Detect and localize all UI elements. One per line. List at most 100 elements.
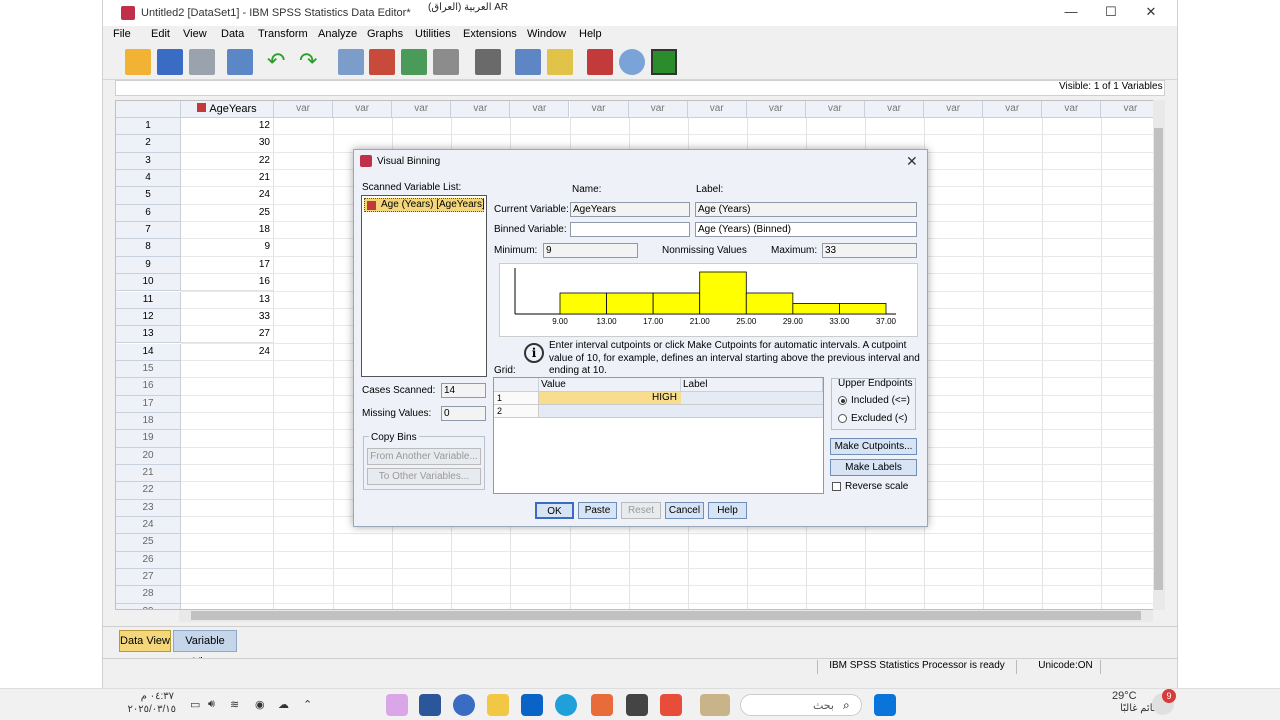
run-descriptives-icon[interactable] bbox=[433, 49, 459, 75]
spss-taskbar-icon[interactable] bbox=[453, 694, 475, 716]
menu-graphs[interactable]: Graphs bbox=[367, 28, 403, 40]
data-cell[interactable]: 16 bbox=[181, 274, 274, 292]
row-number[interactable]: 26 bbox=[116, 551, 181, 570]
data-cell[interactable]: 21 bbox=[181, 170, 274, 188]
data-cell[interactable] bbox=[181, 378, 274, 396]
row-number[interactable]: 10 bbox=[116, 274, 181, 292]
reverse-scale-checkbox[interactable] bbox=[832, 482, 841, 491]
cloud-icon[interactable]: ☁︎ bbox=[278, 698, 289, 711]
data-cell[interactable]: 24 bbox=[181, 187, 274, 205]
data-cell[interactable] bbox=[181, 569, 274, 587]
menu-transform[interactable]: Transform bbox=[258, 28, 308, 40]
row-number[interactable]: 16 bbox=[116, 378, 181, 396]
microphone-icon[interactable]: ◉ bbox=[255, 698, 265, 711]
menu-help[interactable]: Help bbox=[579, 28, 602, 40]
column-header-var[interactable]: var bbox=[1101, 101, 1161, 118]
data-cell[interactable] bbox=[181, 430, 274, 448]
column-header-var[interactable]: var bbox=[924, 101, 984, 118]
insert-cases-icon[interactable] bbox=[515, 49, 541, 75]
value-labels-icon[interactable] bbox=[587, 49, 613, 75]
help-button[interactable]: Help bbox=[708, 502, 747, 519]
office-icon[interactable] bbox=[660, 694, 682, 716]
column-header-var[interactable]: var bbox=[983, 101, 1043, 118]
row-number[interactable]: 3 bbox=[116, 152, 181, 170]
undo-icon[interactable]: ↶ bbox=[267, 49, 293, 75]
open-folder-icon[interactable] bbox=[125, 49, 151, 75]
cutpoints-grid[interactable]: Value Label 1 HIGH 2 bbox=[493, 377, 824, 494]
file-explorer-icon[interactable] bbox=[487, 694, 509, 716]
to-other-variables-button[interactable]: To Other Variables... bbox=[367, 468, 481, 485]
minimize-button[interactable]: — bbox=[1053, 4, 1089, 22]
clock-time[interactable]: ٠٤:٣٧ م bbox=[130, 691, 174, 702]
binned-variable-name-input[interactable] bbox=[570, 222, 690, 237]
data-cell[interactable]: 18 bbox=[181, 222, 274, 240]
menu-file[interactable]: File bbox=[113, 28, 131, 40]
row-number[interactable]: 20 bbox=[116, 447, 181, 465]
menu-extensions[interactable]: Extensions bbox=[463, 28, 517, 40]
variables-icon[interactable] bbox=[401, 49, 427, 75]
data-cell[interactable] bbox=[181, 499, 274, 517]
make-labels-button[interactable]: Make Labels bbox=[830, 459, 917, 476]
data-cell[interactable] bbox=[181, 586, 274, 604]
widget-image-icon[interactable] bbox=[700, 694, 730, 716]
data-cell[interactable] bbox=[181, 465, 274, 483]
copilot-icon[interactable] bbox=[386, 694, 408, 716]
data-cell[interactable]: 33 bbox=[181, 308, 274, 327]
menu-view[interactable]: View bbox=[183, 28, 207, 40]
row-number[interactable]: 22 bbox=[116, 482, 181, 500]
data-cell[interactable] bbox=[181, 534, 274, 552]
row-number[interactable]: 8 bbox=[116, 239, 181, 257]
dialog-recall-icon[interactable] bbox=[227, 49, 253, 75]
menu-window[interactable]: Window bbox=[527, 28, 566, 40]
language-indicator[interactable]: AR العربية (العراق) bbox=[428, 2, 508, 13]
paste-button[interactable]: Paste bbox=[578, 502, 617, 519]
store-app-icon[interactable] bbox=[591, 694, 613, 716]
binned-variable-label-input[interactable]: Age (Years) (Binned) bbox=[695, 222, 917, 237]
scanned-variable-list[interactable]: Age (Years) [AgeYears] bbox=[361, 195, 487, 377]
data-cell[interactable] bbox=[181, 551, 274, 570]
make-cutpoints-button[interactable]: Make Cutpoints... bbox=[830, 438, 917, 455]
menu-edit[interactable]: Edit bbox=[151, 28, 170, 40]
data-cell[interactable] bbox=[181, 395, 274, 413]
data-cell[interactable] bbox=[181, 447, 274, 465]
column-header-var[interactable]: var bbox=[805, 101, 865, 118]
dialog-close-icon[interactable]: ✕ bbox=[906, 153, 918, 170]
column-header-var[interactable]: var bbox=[628, 101, 688, 118]
menu-analyze[interactable]: Analyze bbox=[318, 28, 357, 40]
row-number[interactable]: 23 bbox=[116, 499, 181, 517]
horizontal-scroll-thumb[interactable] bbox=[191, 611, 1141, 620]
grid-cell-label[interactable] bbox=[681, 392, 823, 405]
column-header-var[interactable]: var bbox=[687, 101, 747, 118]
column-header-var[interactable]: var bbox=[333, 101, 393, 118]
grid-cell-label[interactable] bbox=[681, 405, 823, 418]
insert-variable-icon[interactable] bbox=[547, 49, 573, 75]
from-another-variable-button[interactable]: From Another Variable... bbox=[367, 448, 481, 465]
row-number[interactable]: 18 bbox=[116, 412, 181, 431]
find-icon[interactable] bbox=[475, 49, 501, 75]
maximize-button[interactable]: ☐ bbox=[1093, 4, 1129, 22]
row-number[interactable]: 12 bbox=[116, 308, 181, 327]
row-number[interactable]: 1 bbox=[116, 118, 181, 136]
row-number[interactable]: 19 bbox=[116, 430, 181, 448]
column-header-var[interactable]: var bbox=[1042, 101, 1102, 118]
vertical-scroll-thumb[interactable] bbox=[1154, 128, 1163, 590]
tab-data-view[interactable]: Data View bbox=[119, 630, 171, 652]
data-cell[interactable]: 27 bbox=[181, 326, 274, 344]
row-number[interactable]: 21 bbox=[116, 465, 181, 483]
tab-variable-view[interactable]: Variable View bbox=[173, 630, 237, 668]
data-cell[interactable]: 13 bbox=[181, 291, 274, 309]
go-to-case-icon[interactable] bbox=[338, 49, 364, 75]
outlook-icon[interactable] bbox=[521, 694, 543, 716]
menu-utilities[interactable]: Utilities bbox=[415, 28, 450, 40]
row-number[interactable]: 4 bbox=[116, 170, 181, 188]
use-variable-sets-icon[interactable] bbox=[619, 49, 645, 75]
go-to-variable-icon[interactable] bbox=[369, 49, 395, 75]
column-header-var[interactable]: var bbox=[451, 101, 511, 118]
close-button[interactable]: ✕ bbox=[1133, 4, 1169, 22]
cancel-button[interactable]: Cancel bbox=[665, 502, 704, 519]
row-number[interactable]: 5 bbox=[116, 187, 181, 205]
row-number[interactable]: 13 bbox=[116, 326, 181, 344]
data-cell[interactable] bbox=[181, 482, 274, 500]
redo-icon[interactable]: ↷ bbox=[299, 49, 325, 75]
row-number[interactable]: 15 bbox=[116, 360, 181, 379]
